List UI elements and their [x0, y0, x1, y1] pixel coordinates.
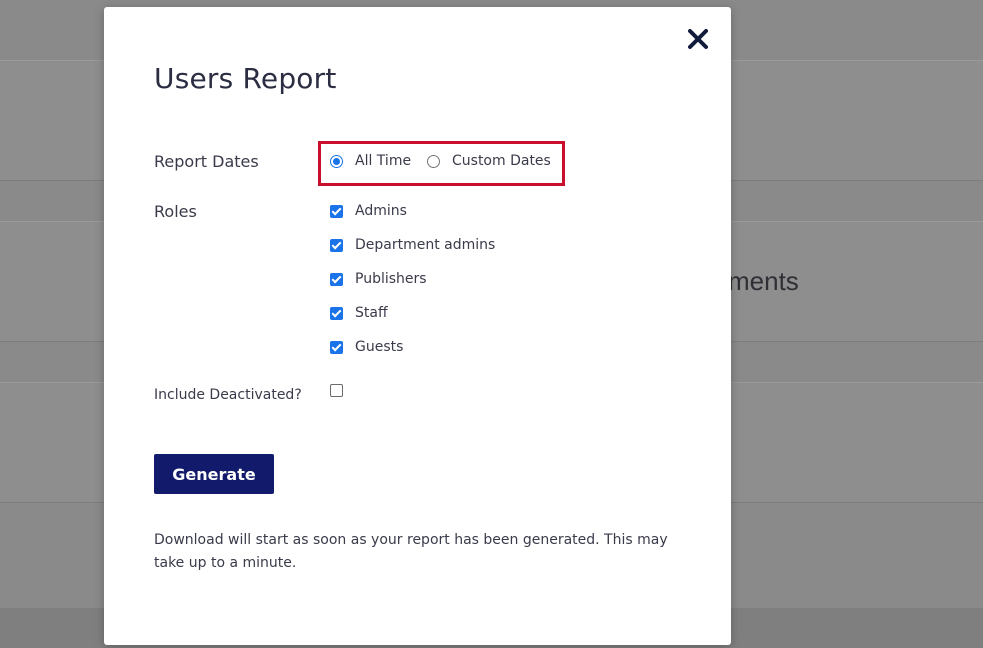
checkbox-publishers-label: Publishers	[355, 271, 427, 287]
report-dates-label: Report Dates	[154, 152, 259, 171]
checkbox-department-admins[interactable]: Department admins	[330, 237, 495, 253]
checkbox-admins-label: Admins	[355, 203, 407, 219]
radio-custom-dates-indicator[interactable]	[427, 154, 440, 168]
checkbox-staff-label: Staff	[355, 305, 388, 321]
download-note: Download will start as soon as your repo…	[154, 532, 668, 571]
checkbox-publishers-indicator[interactable]	[330, 272, 343, 286]
checkbox-department-admins-indicator[interactable]	[330, 238, 343, 252]
checkbox-guests-indicator[interactable]	[330, 340, 343, 354]
roles-label: Roles	[154, 202, 197, 221]
radio-all-time[interactable]: All Time	[330, 153, 411, 169]
checkbox-include-deactivated[interactable]	[330, 384, 355, 397]
checkbox-admins-indicator[interactable]	[330, 204, 343, 218]
checkbox-include-deactivated-indicator[interactable]	[330, 384, 343, 397]
modal-title: Users Report	[154, 62, 337, 95]
checkbox-guests[interactable]: Guests	[330, 339, 403, 355]
checkbox-department-admins-label: Department admins	[355, 237, 496, 253]
close-button[interactable]	[684, 25, 712, 53]
checkbox-staff[interactable]: Staff	[330, 305, 388, 321]
close-icon	[688, 29, 708, 49]
radio-custom-dates-label: Custom Dates	[452, 153, 551, 169]
checkbox-publishers[interactable]: Publishers	[330, 271, 427, 287]
radio-all-time-indicator[interactable]	[330, 154, 343, 168]
include-deactivated-label: Include Deactivated?	[154, 387, 302, 403]
generate-button[interactable]: Generate	[154, 454, 274, 494]
radio-custom-dates[interactable]: Custom Dates	[427, 153, 551, 169]
radio-all-time-label: All Time	[355, 153, 412, 169]
checkbox-admins[interactable]: Admins	[330, 203, 407, 219]
users-report-modal: Users Report Report Dates All Time Custo…	[104, 7, 731, 645]
checkbox-guests-label: Guests	[355, 339, 404, 355]
checkbox-staff-indicator[interactable]	[330, 306, 343, 320]
